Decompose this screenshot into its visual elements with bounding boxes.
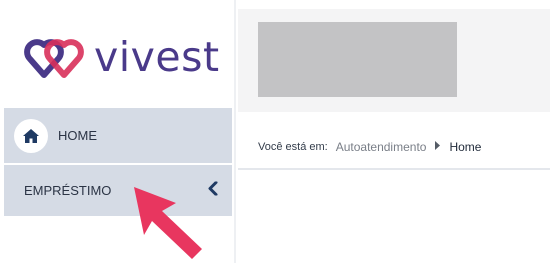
breadcrumb-divider — [238, 168, 550, 170]
header-band — [238, 9, 550, 112]
sidebar-item-label: HOME — [58, 128, 97, 143]
sidebar-divider — [234, 0, 236, 263]
pointer-arrow-icon — [130, 183, 210, 263]
breadcrumb: Você está em: Autoatendimento Home — [258, 140, 481, 154]
home-icon — [14, 118, 48, 153]
brand-logo[interactable]: vivest — [24, 32, 220, 82]
breadcrumb-prefix: Você está em: — [258, 141, 328, 153]
banner-placeholder — [258, 22, 457, 97]
interlocking-hearts-logo-icon — [24, 39, 84, 78]
sidebar-item-label: EMPRÉSTIMO — [24, 183, 112, 198]
breadcrumb-link-autoatendimento[interactable]: Autoatendimento — [336, 140, 427, 154]
chevron-right-icon — [434, 141, 441, 153]
main-content: Você está em: Autoatendimento Home — [238, 0, 550, 263]
brand-name: vivest — [94, 32, 220, 81]
breadcrumb-current: Home — [449, 140, 482, 154]
sidebar-item-home[interactable]: HOME — [4, 108, 232, 163]
